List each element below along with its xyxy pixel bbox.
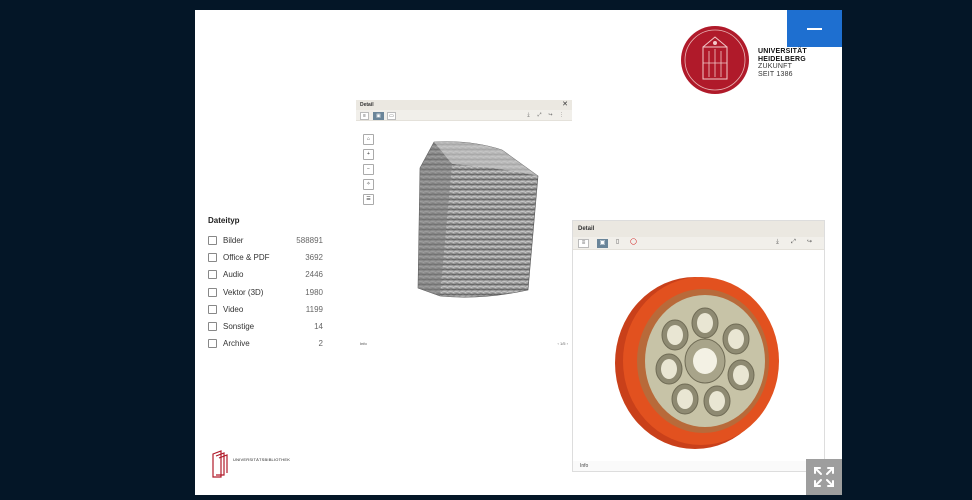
facet-item-vektor-3d[interactable]: Vektor (3D) 1980 — [208, 284, 323, 301]
presentation-slide: UNIVERSITÄT HEIDELBERG ZUKUNFT SEIT 1386… — [195, 10, 842, 495]
rose-window-model[interactable] — [611, 271, 783, 451]
facet-item-video[interactable]: Video 1199 — [208, 301, 323, 318]
university-line4: SEIT 1386 — [758, 70, 793, 78]
share-icon[interactable]: ↪ — [805, 239, 814, 246]
hamburger-icon — [807, 28, 822, 30]
layers-icon[interactable]: ☰ — [363, 194, 374, 205]
share-icon[interactable]: ↪ — [547, 112, 554, 118]
detail-viewer-3d-tablet[interactable]: Detail ✕ ≡ ▣ ▭ ⤓ ⤢ ↪ ⋮ ⌂ + − ✧ ☰ Info ‹ … — [356, 100, 572, 350]
home-icon[interactable]: ⌂ — [363, 134, 374, 145]
viewer-footer: Info — [573, 461, 831, 471]
pager-value: 1/5 — [559, 341, 566, 346]
university-wordmark: UNIVERSITÄT HEIDELBERG ZUKUNFT SEIT 1386 — [758, 48, 807, 78]
viewer-header: Detail ✕ — [356, 100, 572, 110]
viewer-title: Detail — [360, 102, 374, 108]
viewer-toolbar: ≡ ▣ ▭ ⤓ ⤢ ↪ ⋮ — [356, 110, 572, 121]
facet-item-office-pdf[interactable]: Office & PDF 3692 — [208, 249, 323, 266]
filetype-facet: Dateityp Bilder 588891 Office & PDF 3692 A… — [208, 216, 323, 352]
expand-icon[interactable]: ⤢ — [789, 239, 798, 246]
list-view-icon[interactable]: ≡ — [578, 239, 589, 248]
checkbox[interactable] — [208, 322, 217, 332]
download-icon[interactable]: ⤓ — [525, 112, 532, 118]
fullscreen-icon — [814, 467, 834, 487]
facet-item-archive[interactable]: Archive 2 — [208, 335, 323, 352]
checkbox[interactable] — [208, 339, 217, 349]
light-icon[interactable]: ✧ — [363, 179, 374, 190]
more-icon[interactable]: ⋮ — [558, 112, 565, 118]
library-logo: UNIVERSITÄTSBIBLIOTHEK — [211, 450, 290, 483]
facet-title: Dateityp — [208, 216, 240, 225]
university-line3: ZUKUNFT — [758, 63, 793, 70]
image-view-icon[interactable]: ▣ — [373, 112, 384, 120]
facet-item-audio[interactable]: Audio 2446 — [208, 266, 323, 283]
checkbox[interactable] — [208, 270, 217, 280]
comment-icon[interactable]: ◯ — [629, 239, 638, 246]
viewer-footer: Info ‹ 1/5 › — [360, 341, 568, 349]
clay-tablet-model[interactable] — [412, 138, 542, 303]
image-view-icon[interactable]: ▣ — [597, 239, 608, 248]
checkbox[interactable] — [208, 287, 217, 297]
download-icon[interactable]: ⤓ — [773, 239, 782, 246]
zoom-in-icon[interactable]: + — [363, 149, 374, 160]
facet-item-bilder[interactable]: Bilder 588891 — [208, 232, 323, 249]
viewer-header: Detail — [573, 221, 824, 237]
university-seal-icon — [681, 26, 749, 94]
expand-icon[interactable]: ⤢ — [536, 112, 543, 118]
pager: ‹ 1/5 › — [558, 341, 569, 346]
pager-next[interactable]: › — [567, 341, 568, 346]
zoom-out-icon[interactable]: − — [363, 164, 374, 175]
pager-prev[interactable]: ‹ — [558, 341, 559, 346]
library-logo-text: UNIVERSITÄTSBIBLIOTHEK — [233, 457, 291, 462]
text-view-icon[interactable]: ▭ — [387, 112, 396, 120]
viewer-toolbar: ≡ ▣ ▯ ◯ ⤓ ⤢ ↪ — [573, 237, 824, 250]
fullscreen-button[interactable] — [806, 459, 842, 495]
info-label[interactable]: Info — [580, 463, 588, 469]
university-line1: UNIVERSITÄT — [758, 48, 807, 55]
checkbox[interactable] — [208, 253, 217, 263]
checkbox[interactable] — [208, 236, 217, 246]
detail-viewer-3d-rose-window[interactable]: Detail ≡ ▣ ▯ ◯ ⤓ ⤢ ↪ Info — [572, 220, 831, 472]
close-icon[interactable]: ✕ — [562, 100, 568, 110]
checkbox[interactable] — [208, 304, 217, 314]
viewer-navigation: ⌂ + − ✧ ☰ — [363, 134, 374, 209]
facet-item-sonstige[interactable]: Sonstige 14 — [208, 318, 323, 335]
menu-button[interactable] — [787, 10, 842, 47]
university-line2: HEIDELBERG — [758, 55, 806, 63]
list-view-icon[interactable]: ≡ — [360, 112, 369, 120]
info-label[interactable]: Info — [360, 341, 367, 346]
book-icon[interactable]: ▯ — [613, 239, 622, 246]
library-logo-icon — [212, 450, 228, 478]
